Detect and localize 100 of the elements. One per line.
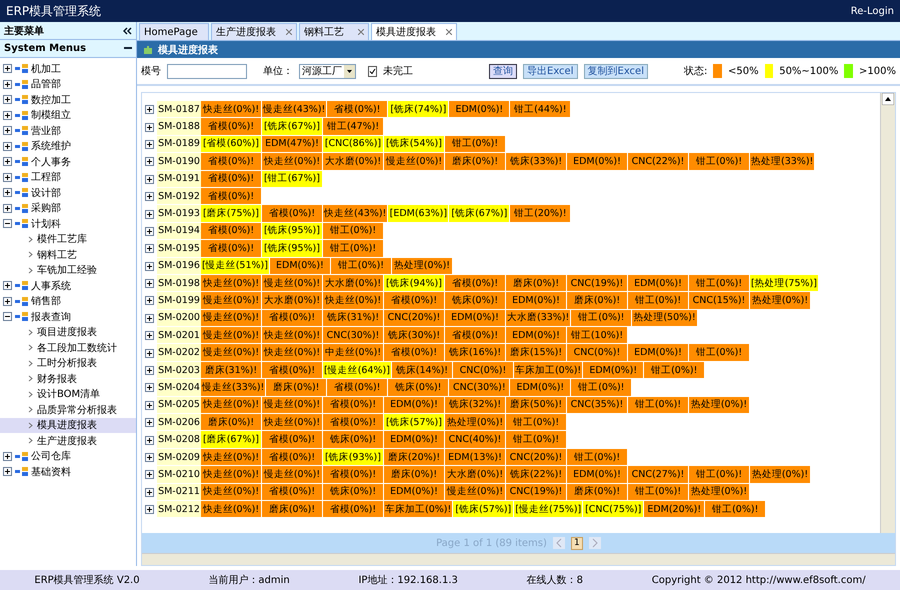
tree-item[interactable]: 销售部 (0, 294, 136, 309)
process-cell: [慢走丝(51%)] (201, 258, 270, 275)
tree-subitem[interactable]: 设计BOM清单 (0, 386, 136, 402)
expand-row-icon[interactable] (145, 174, 154, 184)
expand-row-icon[interactable] (145, 400, 154, 410)
tree-node-icon (15, 172, 28, 182)
process-cell: 钳工(0%)! (506, 431, 567, 449)
tree-item[interactable]: 个人事务 (0, 154, 136, 170)
expand-row-icon[interactable] (145, 140, 154, 149)
process-cell: 磨床(50%)! (506, 396, 567, 414)
expand-row-icon[interactable] (145, 296, 154, 306)
expand-toggle-icon[interactable] (3, 452, 12, 461)
expand-row-icon[interactable] (145, 505, 154, 514)
expand-row-icon[interactable] (145, 453, 154, 462)
expand-toggle-icon[interactable] (3, 126, 12, 136)
tree-item[interactable]: 系统维护 (0, 138, 136, 154)
process-cell: [磨床(75%)] (201, 205, 262, 223)
scroll-up-icon[interactable] (882, 93, 894, 105)
expand-toggle-icon[interactable] (3, 142, 12, 151)
expand-row-icon[interactable] (145, 314, 154, 323)
close-icon[interactable] (358, 29, 364, 35)
tab[interactable]: 模具进度报表 (371, 23, 457, 40)
tab[interactable]: HomePage (139, 23, 209, 40)
expand-row-icon[interactable] (145, 488, 154, 497)
tab[interactable]: 生产进度报表 (211, 23, 297, 40)
expand-toggle-icon[interactable] (3, 110, 12, 120)
unfinished-label: 未完工 (383, 64, 413, 78)
tree-item[interactable]: 报表查询 (0, 309, 136, 324)
tab[interactable]: 钢料工艺 (299, 23, 369, 40)
close-icon[interactable] (446, 29, 452, 35)
minus-icon[interactable] (124, 47, 132, 50)
unit-select[interactable]: 河源工厂 (299, 64, 356, 78)
tree-subitem[interactable]: 车铣加工经验 (0, 262, 136, 278)
tree-node-icon (15, 281, 28, 290)
collapse-toggle-icon[interactable] (3, 219, 12, 228)
mold-input[interactable] (167, 64, 247, 78)
expand-row-icon[interactable] (145, 279, 154, 288)
tree-item[interactable]: 公司仓库 (0, 448, 136, 464)
tree-subitem[interactable]: 模件工艺库 (0, 232, 136, 247)
close-icon[interactable] (286, 29, 292, 35)
tree-subitem[interactable]: 财务报表 (0, 371, 136, 386)
tree-subitem[interactable]: 项目进度报表 (0, 324, 136, 340)
expand-row-icon[interactable] (145, 262, 154, 271)
expand-row-icon[interactable] (145, 122, 154, 132)
expand-row-icon[interactable] (145, 192, 154, 202)
expand-toggle-icon[interactable] (3, 188, 12, 198)
page-number-button[interactable]: 1 (570, 536, 583, 550)
expand-toggle-icon[interactable] (3, 204, 12, 213)
tree-item[interactable]: 品管部 (0, 76, 136, 92)
expand-toggle-icon[interactable] (3, 281, 12, 290)
expand-row-icon[interactable] (145, 383, 154, 392)
collapse-toggle-icon[interactable] (3, 312, 12, 322)
expand-row-icon[interactable] (145, 470, 154, 480)
search-button[interactable]: 查询 (489, 64, 517, 78)
tree-item[interactable]: 营业部 (0, 123, 136, 138)
expand-row-icon[interactable] (145, 418, 154, 428)
expand-row-icon[interactable] (145, 157, 154, 166)
export-button[interactable]: 导出Excel (523, 64, 578, 78)
process-cell: 省模(0%)! (445, 274, 506, 292)
expand-row-icon[interactable] (145, 366, 154, 376)
tree-item[interactable]: 计划科 (0, 216, 136, 232)
expand-toggle-icon[interactable] (3, 64, 12, 74)
expand-row-icon[interactable] (145, 105, 154, 114)
expand-toggle-icon[interactable] (3, 296, 12, 306)
tree-subitem[interactable]: 品质异常分析报表 (0, 402, 136, 418)
expand-row-icon[interactable] (145, 331, 154, 340)
copy-button[interactable]: 复制到Excel (584, 64, 648, 78)
collapse-icon[interactable] (123, 26, 132, 34)
tree-item[interactable]: 制模组立 (0, 108, 136, 123)
process-cell: 磨床(20%)! (384, 448, 445, 466)
tree-item[interactable]: 人事系统 (0, 278, 136, 294)
unfinished-checkbox[interactable] (368, 66, 377, 76)
expand-toggle-icon[interactable] (3, 467, 12, 476)
tree-item[interactable]: 数控加工 (0, 92, 136, 108)
tree-item[interactable]: 工程部 (0, 170, 136, 185)
expand-toggle-icon[interactable] (3, 157, 12, 166)
expand-row-icon[interactable] (145, 348, 154, 358)
expand-row-icon[interactable] (145, 210, 154, 219)
expand-row-icon[interactable] (145, 244, 154, 254)
process-cell: [热处理(75%)] (750, 274, 819, 292)
tree-item[interactable]: 机加工 (0, 61, 136, 76)
tree-subitem[interactable]: 模具进度报表 (0, 418, 136, 433)
relogin-link[interactable]: Re-Login (850, 6, 894, 16)
process-cell: 慢走丝(0%)! (384, 153, 445, 171)
expand-row-icon[interactable] (145, 226, 154, 236)
expand-toggle-icon[interactable] (3, 172, 12, 182)
tree-subitem[interactable]: 钢料工艺 (0, 247, 136, 262)
tree-item[interactable]: 基础资料 (0, 464, 136, 480)
vertical-scrollbar[interactable] (880, 93, 895, 533)
tree-item[interactable]: 设计部 (0, 185, 136, 200)
tree-item[interactable]: 采购部 (0, 200, 136, 216)
expand-toggle-icon[interactable] (3, 95, 12, 104)
horizontal-scrollbar[interactable] (142, 553, 895, 565)
tree-subitem[interactable]: 工时分析报表 (0, 356, 136, 371)
process-cell: 铣床(16%)! (445, 344, 506, 362)
expand-toggle-icon[interactable] (3, 80, 12, 89)
tree-subitem[interactable]: 各工段加工数统计 (0, 340, 136, 356)
expand-row-icon[interactable] (145, 436, 154, 445)
process-cell: 钳工(0%)! (323, 222, 384, 240)
tree-subitem[interactable]: 生产进度报表 (0, 433, 136, 448)
